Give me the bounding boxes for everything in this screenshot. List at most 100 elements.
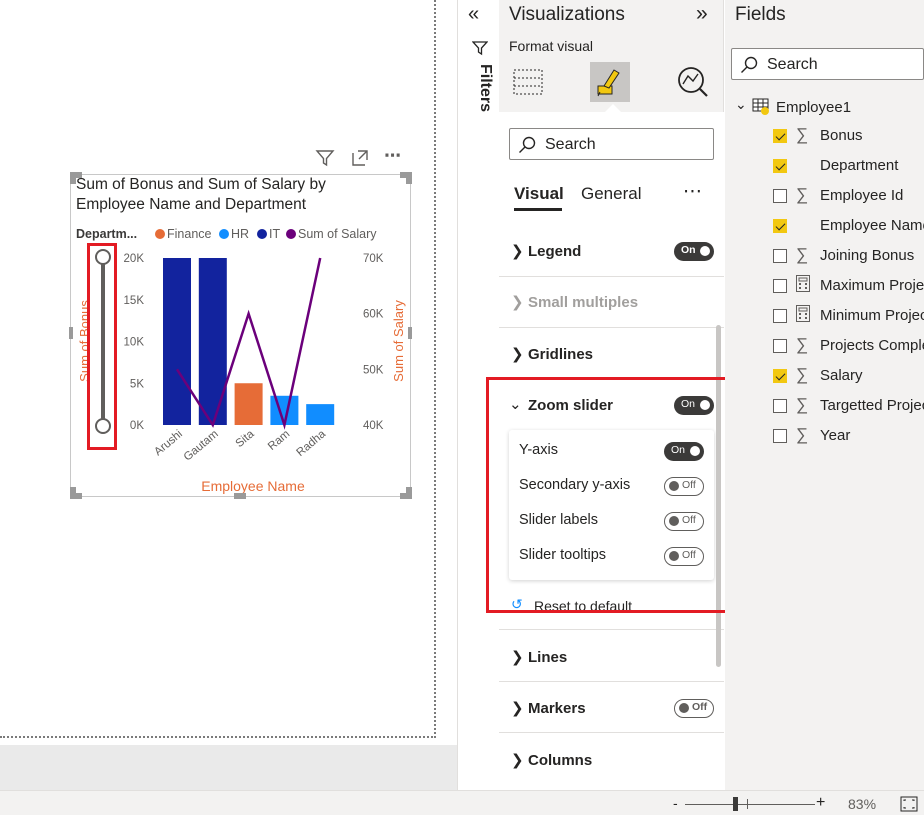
resize-handle[interactable] bbox=[70, 487, 76, 499]
viz-search-input[interactable]: Search bbox=[509, 128, 714, 160]
section-small-multiples[interactable]: ❯ Small multiples bbox=[499, 277, 724, 328]
section-gridlines[interactable]: ❯ Gridlines bbox=[499, 328, 724, 379]
y2-axis-tick-label: 70K bbox=[363, 253, 384, 265]
field-bonus[interactable]: ∑ Bonus bbox=[725, 122, 924, 152]
checkbox[interactable] bbox=[773, 129, 787, 143]
chevron-down-icon[interactable]: ⌄ bbox=[735, 96, 747, 113]
status-bar: - + 83% bbox=[0, 790, 924, 815]
tab-general[interactable]: General bbox=[581, 184, 641, 204]
field-salary[interactable]: ∑ Salary bbox=[725, 362, 924, 392]
legend-label: HR bbox=[231, 227, 250, 241]
visual-title-line2: Employee Name and Department bbox=[76, 196, 307, 213]
checkbox[interactable] bbox=[773, 369, 787, 383]
checkbox[interactable] bbox=[773, 219, 787, 233]
bar-sita bbox=[234, 383, 263, 425]
tab-underline bbox=[514, 208, 562, 211]
x-axis-tick-label: Gautam bbox=[182, 428, 221, 463]
field-employee-id[interactable]: ∑ Employee Id bbox=[725, 182, 924, 212]
filters-label[interactable]: Filters bbox=[464, 64, 494, 112]
chevron-right-icon: ❯ bbox=[511, 243, 524, 260]
bar-gautam bbox=[198, 258, 227, 425]
y-axis-tick-label: 20K bbox=[124, 253, 145, 265]
field-maximum-projects[interactable]: Maximum Projects bbox=[725, 272, 924, 302]
table-icon bbox=[752, 97, 770, 120]
page-tabs-bar bbox=[0, 745, 500, 790]
y-axis-tick-label: 0K bbox=[130, 420, 144, 432]
field-list: ∑ Bonus Department ∑ Employee Id Employee … bbox=[725, 122, 924, 452]
legend-item-finance[interactable]: Finance bbox=[155, 227, 211, 241]
field-targetted-projects[interactable]: ∑ Targetted Projects bbox=[725, 392, 924, 422]
calculator-icon bbox=[796, 275, 810, 297]
field-department[interactable]: Department bbox=[725, 152, 924, 182]
x-axis-tick-label: Radha bbox=[294, 428, 328, 459]
build-visual-icon[interactable] bbox=[513, 66, 545, 103]
checkbox[interactable] bbox=[773, 339, 787, 353]
checkbox[interactable] bbox=[773, 189, 787, 203]
legend-dot bbox=[155, 229, 165, 239]
fit-to-page-icon[interactable] bbox=[900, 796, 918, 815]
checkbox[interactable] bbox=[773, 429, 787, 443]
combo-chart-visual[interactable]: Sum of Bonus and Sum of Salary by Employ… bbox=[70, 174, 411, 497]
analytics-icon[interactable] bbox=[676, 66, 710, 103]
checkbox[interactable] bbox=[773, 279, 787, 293]
legend-item-it[interactable]: IT bbox=[257, 227, 280, 241]
section-legend[interactable]: ❯ Legend On bbox=[499, 226, 724, 277]
filter-funnel-icon bbox=[471, 40, 489, 61]
field-label: Employee Name bbox=[820, 217, 924, 234]
checkbox[interactable] bbox=[773, 399, 787, 413]
checkbox[interactable] bbox=[773, 159, 787, 173]
expand-chevron-icon[interactable]: » bbox=[696, 2, 708, 26]
collapse-chevron-icon[interactable]: « bbox=[468, 3, 479, 26]
field-minimum-projects[interactable]: Minimum Projects bbox=[725, 302, 924, 332]
zoom-track[interactable] bbox=[685, 804, 815, 805]
field-label: Maximum Projects bbox=[820, 277, 924, 294]
zoom-out-button[interactable]: - bbox=[673, 795, 678, 811]
checkbox[interactable] bbox=[773, 249, 787, 263]
resize-handle[interactable] bbox=[406, 487, 412, 499]
resize-handle[interactable] bbox=[406, 172, 412, 184]
table-name[interactable]: Employee1 bbox=[776, 99, 851, 116]
field-year[interactable]: ∑ Year bbox=[725, 422, 924, 452]
zoom-thumb[interactable] bbox=[733, 797, 738, 811]
search-placeholder: Search bbox=[767, 56, 818, 73]
more-options-icon[interactable]: ⋯ bbox=[683, 180, 702, 203]
legend-item-hr[interactable]: HR bbox=[219, 227, 249, 241]
zoom-in-button[interactable]: + bbox=[816, 794, 825, 812]
focus-mode-icon[interactable] bbox=[350, 148, 370, 173]
checkbox[interactable] bbox=[773, 309, 787, 323]
sigma-icon: ∑ bbox=[796, 425, 809, 444]
y-axis-tick-label: 15K bbox=[124, 295, 145, 307]
field-employee-name[interactable]: Employee Name bbox=[725, 212, 924, 242]
field-projects-completed[interactable]: ∑ Projects Completed bbox=[725, 332, 924, 362]
resize-handle[interactable] bbox=[70, 172, 76, 184]
legend-label: Sum of Salary bbox=[298, 227, 377, 241]
format-visual-tab[interactable] bbox=[590, 62, 630, 102]
toggle-text: On bbox=[681, 244, 696, 256]
search-placeholder: Search bbox=[545, 136, 596, 153]
field-label: Targetted Projects bbox=[820, 397, 924, 414]
resize-handle[interactable] bbox=[69, 327, 73, 339]
search-icon bbox=[518, 136, 536, 159]
section-columns[interactable]: ❯ Columns bbox=[499, 733, 724, 784]
fields-title: Fields bbox=[735, 4, 786, 25]
field-label: Year bbox=[820, 427, 851, 444]
toggle-knob bbox=[679, 703, 689, 713]
section-lines[interactable]: ❯ Lines bbox=[499, 631, 724, 682]
fields-search-input[interactable]: Search bbox=[731, 48, 924, 80]
markers-toggle[interactable]: Off bbox=[674, 699, 714, 718]
section-markers[interactable]: ❯ Markers Off bbox=[499, 682, 724, 733]
field-joining-bonus[interactable]: ∑ Joining Bonus bbox=[725, 242, 924, 272]
tab-visual[interactable]: Visual bbox=[514, 184, 564, 204]
paintbrush-icon bbox=[597, 69, 620, 97]
chart-plot: 20K15K10K5K0K70K60K50K40KSum of Bonus Sum… bbox=[77, 253, 406, 494]
visual-title-line1: Sum of Bonus and Sum of Salary by bbox=[76, 176, 326, 193]
legend-item-sum-of-salary[interactable]: Sum of Salary bbox=[286, 227, 377, 241]
resize-handle[interactable] bbox=[234, 493, 246, 499]
toggle-text: Off bbox=[692, 701, 708, 713]
more-options-icon[interactable]: ⋯ bbox=[384, 146, 402, 166]
filter-icon[interactable] bbox=[315, 148, 335, 173]
legend-toggle[interactable]: On bbox=[674, 242, 714, 261]
resize-handle[interactable] bbox=[408, 327, 412, 339]
calculator-icon bbox=[796, 305, 810, 327]
toggle-knob bbox=[700, 246, 710, 256]
